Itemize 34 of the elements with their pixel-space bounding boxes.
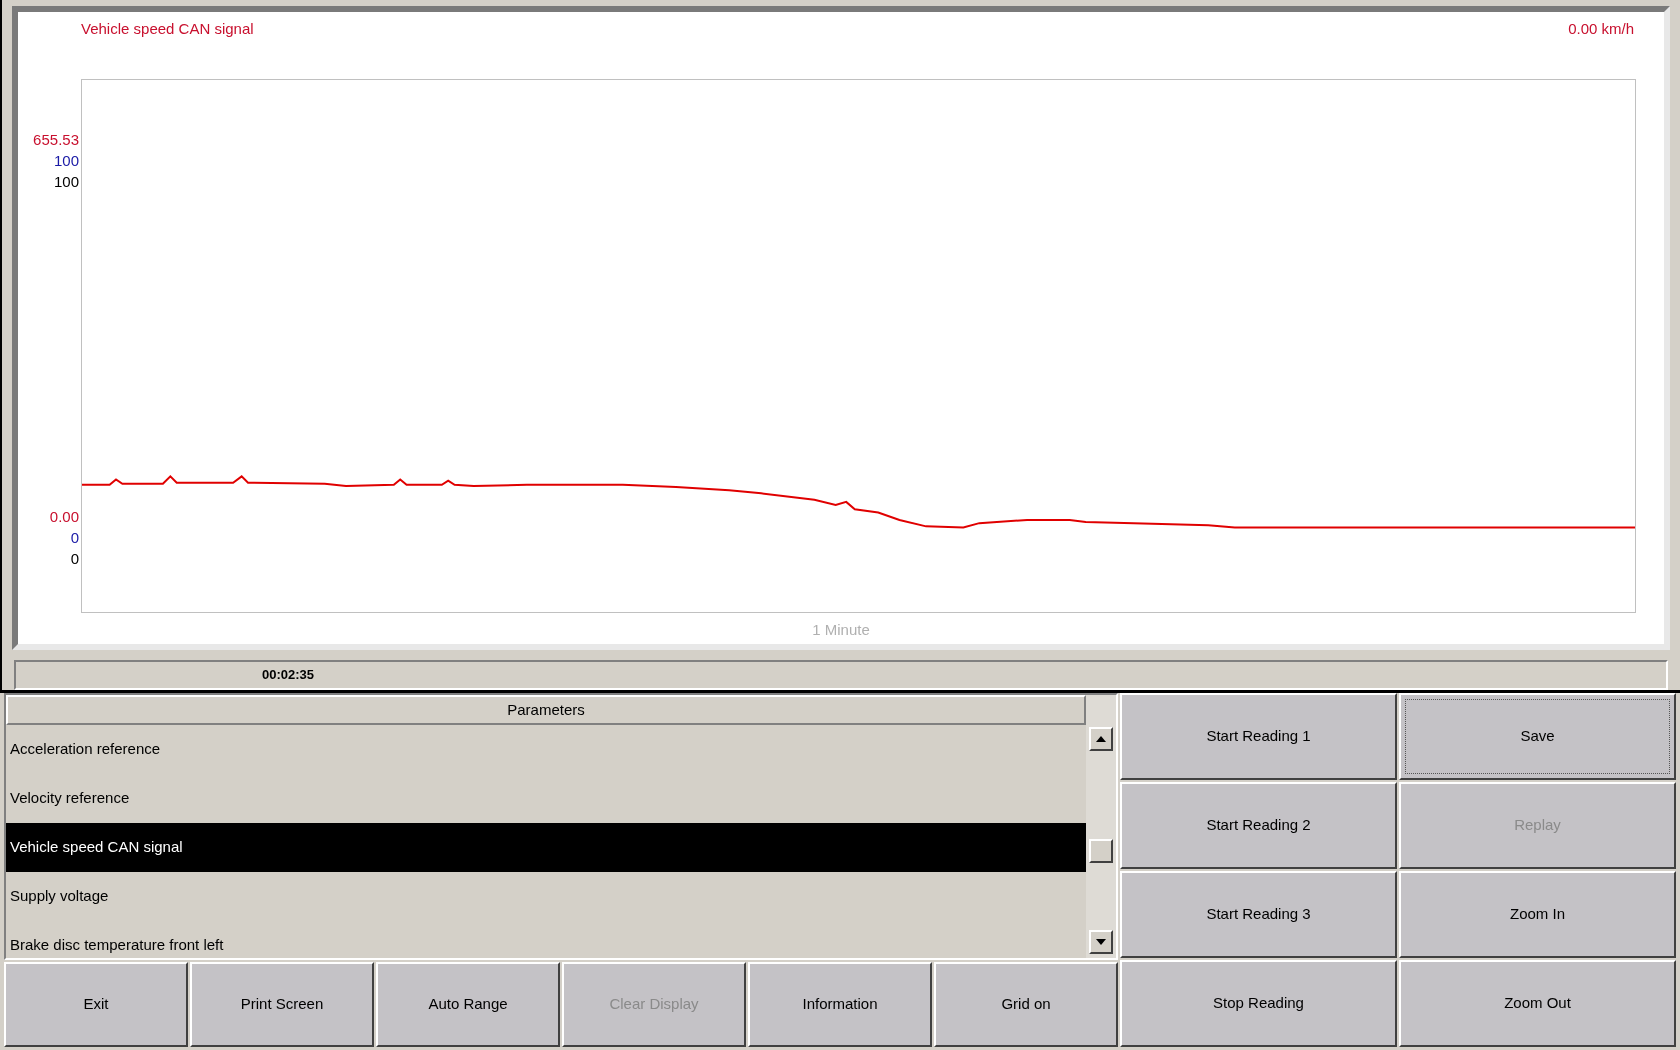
toolbar-button[interactable]: Information <box>748 962 932 1047</box>
axis-max-label: 100 <box>53 151 79 171</box>
toolbar-button[interactable]: Zoom In <box>1399 871 1676 958</box>
up-arrow-icon <box>1096 736 1106 742</box>
parameter-item[interactable]: Acceleration reference <box>6 725 1086 774</box>
parameter-item[interactable]: Brake disc temperature front left <box>6 921 1086 958</box>
axis-max-label: 655.53 <box>33 130 79 150</box>
scroll-down-button[interactable] <box>1089 930 1113 954</box>
down-arrow-icon <box>1096 939 1106 945</box>
toolbar-button[interactable]: Start Reading 1 <box>1120 693 1397 780</box>
elapsed-time: 00:02:35 <box>262 666 315 685</box>
toolbar-button[interactable]: Grid on <box>934 962 1118 1047</box>
toolbar-button[interactable]: Save <box>1399 693 1676 780</box>
toolbar-button[interactable]: Zoom Out <box>1399 960 1676 1047</box>
parameter-item[interactable]: Vehicle speed CAN signal <box>6 823 1086 872</box>
toolbar-button[interactable]: Stop Reading <box>1120 960 1397 1047</box>
toolbar-button[interactable]: Print Screen <box>190 962 374 1047</box>
parameter-item[interactable]: Velocity reference <box>6 774 1086 823</box>
x-axis-label: 1 Minute <box>812 620 870 640</box>
toolbar-button[interactable]: Start Reading 3 <box>1120 871 1397 958</box>
list-header: Parameters <box>6 695 1086 725</box>
axis-max-label: 100 <box>53 172 79 192</box>
axis-min-label: 0 <box>70 528 79 548</box>
toolbar-button[interactable]: Start Reading 2 <box>1120 782 1397 869</box>
chart-title: Vehicle speed CAN signal <box>81 19 254 39</box>
axis-min-label: 0 <box>70 549 79 569</box>
toolbar-button[interactable]: Auto Range <box>376 962 560 1047</box>
parameter-item[interactable]: Supply voltage <box>6 872 1086 921</box>
scroll-thumb[interactable] <box>1089 839 1113 863</box>
scroll-up-button[interactable] <box>1089 727 1113 751</box>
scrollbar[interactable] <box>1086 695 1116 958</box>
current-reading: 0.00 km/h <box>1568 19 1634 39</box>
toolbar-button[interactable]: Exit <box>4 962 188 1047</box>
axis-min-label: 0.00 <box>49 507 79 527</box>
